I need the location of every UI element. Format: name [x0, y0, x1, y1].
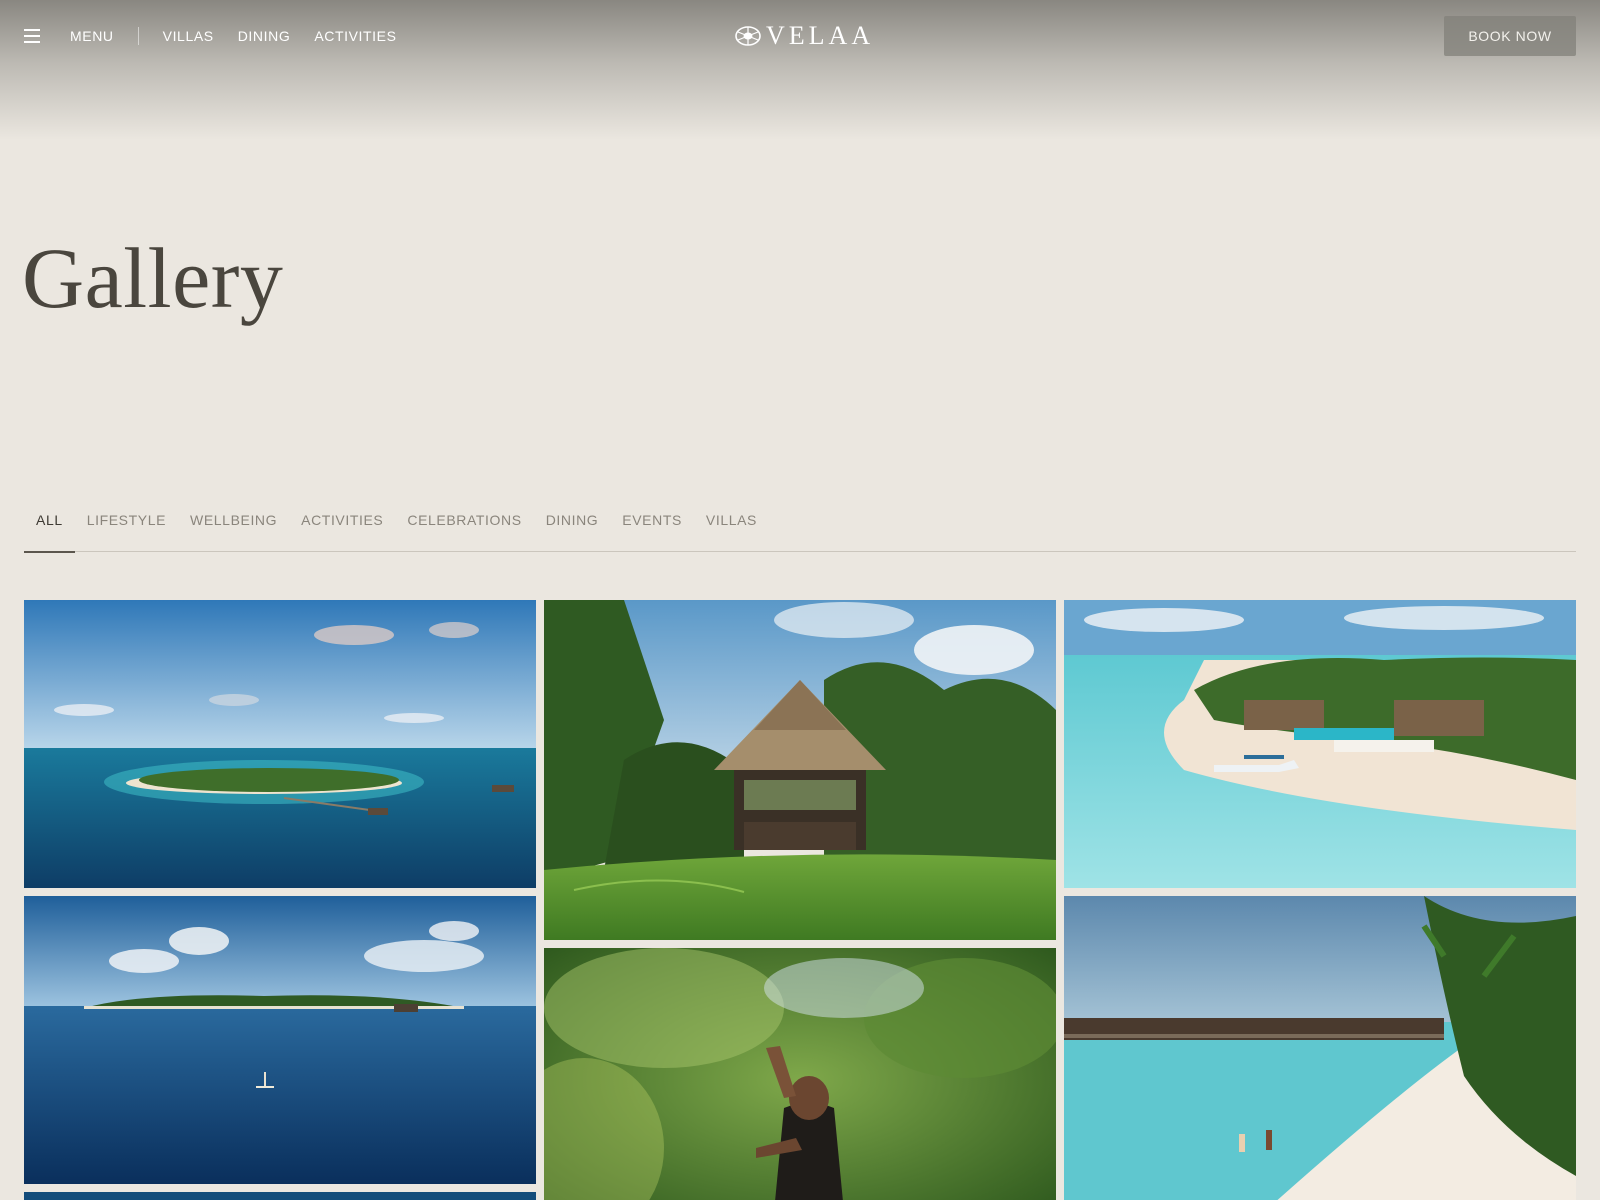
- nav-link-activities[interactable]: ACTIVITIES: [314, 28, 396, 44]
- nav-divider: [137, 27, 139, 45]
- beach-seaplane-aerial-image[interactable]: [1064, 600, 1576, 888]
- tab-lifestyle[interactable]: LIFESTYLE: [75, 500, 178, 552]
- island-aerial-image[interactable]: [24, 600, 536, 888]
- primary-nav: MENU VILLAS DINING ACTIVITIES: [24, 24, 421, 48]
- tab-celebrations[interactable]: CELEBRATIONS: [395, 500, 533, 552]
- hamburger-menu-icon[interactable]: [24, 29, 44, 43]
- yoga-palms-image[interactable]: [544, 948, 1056, 1200]
- thatched-pavilion-golf-image[interactable]: [544, 600, 1056, 940]
- gallery-filter-tabs: ALL LIFESTYLE WELLBEING ACTIVITIES CELEB…: [24, 500, 1576, 553]
- tab-activities[interactable]: ACTIVITIES: [289, 500, 395, 552]
- logo-wordmark: VELAA: [766, 21, 875, 50]
- ocean-partial-image[interactable]: [24, 1192, 536, 1200]
- island-paddleboard-image[interactable]: [24, 896, 536, 1184]
- site-logo[interactable]: VELAA: [734, 20, 874, 52]
- menu-button[interactable]: MENU: [70, 28, 114, 44]
- tab-events[interactable]: EVENTS: [610, 500, 694, 552]
- beach-couple-water-villas-image[interactable]: [1064, 896, 1576, 1200]
- tab-all[interactable]: ALL: [24, 500, 75, 553]
- tab-wellbeing[interactable]: WELLBEING: [178, 500, 289, 552]
- book-now-button[interactable]: BOOK NOW: [1444, 16, 1576, 56]
- nav-link-dining[interactable]: DINING: [238, 28, 291, 44]
- site-header: MENU VILLAS DINING ACTIVITIES VELAA BOOK…: [0, 0, 1600, 140]
- photo-gallery: [24, 600, 1576, 1200]
- nav-link-villas[interactable]: VILLAS: [163, 28, 214, 44]
- tab-dining[interactable]: DINING: [534, 500, 611, 552]
- page-title: Gallery: [22, 230, 284, 326]
- tab-villas[interactable]: VILLAS: [694, 500, 769, 552]
- turtle-shell-logo-icon: [735, 26, 761, 46]
